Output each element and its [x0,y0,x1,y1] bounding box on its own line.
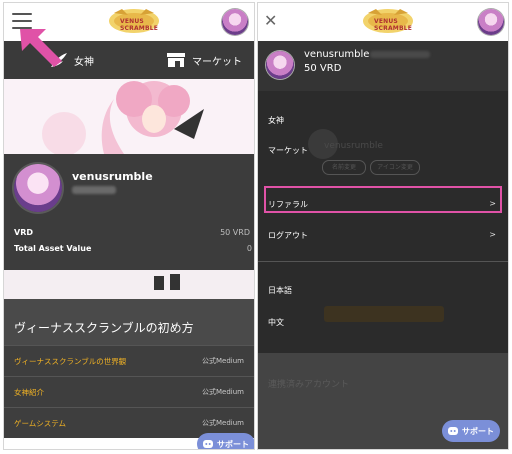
vrd-value: 50 VRD [220,228,250,237]
article-source: 公式Medium [202,419,244,427]
total-asset-value: 0 [246,244,252,253]
profile-card: venusrumble VRD 50 VRD Total Asset Value… [4,154,254,270]
ghost-linked-accounts: 連携済みアカウント [268,380,350,390]
close-icon[interactable]: ✕ [264,11,277,30]
drawer-avatar [266,51,294,79]
blurred-id [370,51,430,58]
menu-market[interactable]: マーケット [268,145,308,156]
ghost-icon-pill: アイコン変更 [370,160,420,175]
ghost-button [324,306,444,322]
ghost-username: venusrumble [324,141,383,151]
menu-referral[interactable]: リファラル [268,199,308,210]
support-label: サポート [462,426,494,436]
user-avatar-icon[interactable] [478,9,504,35]
profile-username: venusrumble [72,170,153,183]
section-title: ヴィーナススクランブルの初め方 [4,299,254,345]
vrd-label: VRD [14,228,33,237]
blurred-id [72,186,116,194]
discord-icon [203,440,213,448]
nav-market-label: マーケット [192,56,242,68]
support-label: サポート [217,439,249,449]
annotation-arrow [20,29,62,67]
character-lower-image [4,270,254,299]
left-screen: VENUS SCRAMBLE 女神 マーケット venusrumble VRD … [3,2,255,450]
user-avatar-icon[interactable] [222,9,248,35]
support-button[interactable]: サポート [442,420,500,442]
article-title: ゲームシステム [14,419,67,428]
article-title: ヴィーナススクランブルの世界観 [14,357,127,366]
right-screen: ✕ VENUS SCRAMBLE venusrumble 50 VRD venu… [257,2,509,450]
app-logo[interactable]: VENUS SCRAMBLE [108,7,160,35]
article-row[interactable]: 女神紹介 公式Medium [4,376,254,407]
referral-chevron-icon: > [489,199,496,208]
menu-logout[interactable]: ログアウト [268,230,308,241]
top-bar: ✕ VENUS SCRAMBLE [258,3,508,41]
hero-character-image [4,79,254,154]
logout-chevron-icon: > [489,230,496,239]
support-button[interactable]: サポート [197,433,254,449]
drawer-menu: venusrumble 名前変更 アイコン変更 女神 マーケット リファラル >… [258,91,508,353]
article-title: 女神紹介 [14,388,44,397]
total-asset-label: Total Asset Value [14,244,92,253]
article-source: 公式Medium [202,388,244,396]
section-title-text: ヴィーナススクランブルの初め方 [14,321,194,335]
menu-language-zh[interactable]: 中文 [268,317,284,328]
drawer-user-header: venusrumble 50 VRD [258,41,508,91]
menu-language-ja[interactable]: 日本語 [268,285,292,296]
nav-goddess-label: 女神 [74,56,94,68]
article-row[interactable]: ヴィーナススクランブルの世界観 公式Medium [4,345,254,376]
article-source: 公式Medium [202,357,244,365]
drawer-username: venusrumble [304,49,370,60]
app-logo[interactable]: VENUS SCRAMBLE [362,7,414,35]
drawer-balance: 50 VRD [304,63,342,74]
market-icon [167,53,185,67]
nav-market[interactable]: マーケット [166,52,242,68]
ghost-rename-pill: 名前変更 [322,160,366,175]
discord-icon [448,427,458,435]
menu-goddess[interactable]: 女神 [268,115,284,126]
menu-divider [258,261,508,262]
profile-avatar[interactable] [14,164,62,212]
